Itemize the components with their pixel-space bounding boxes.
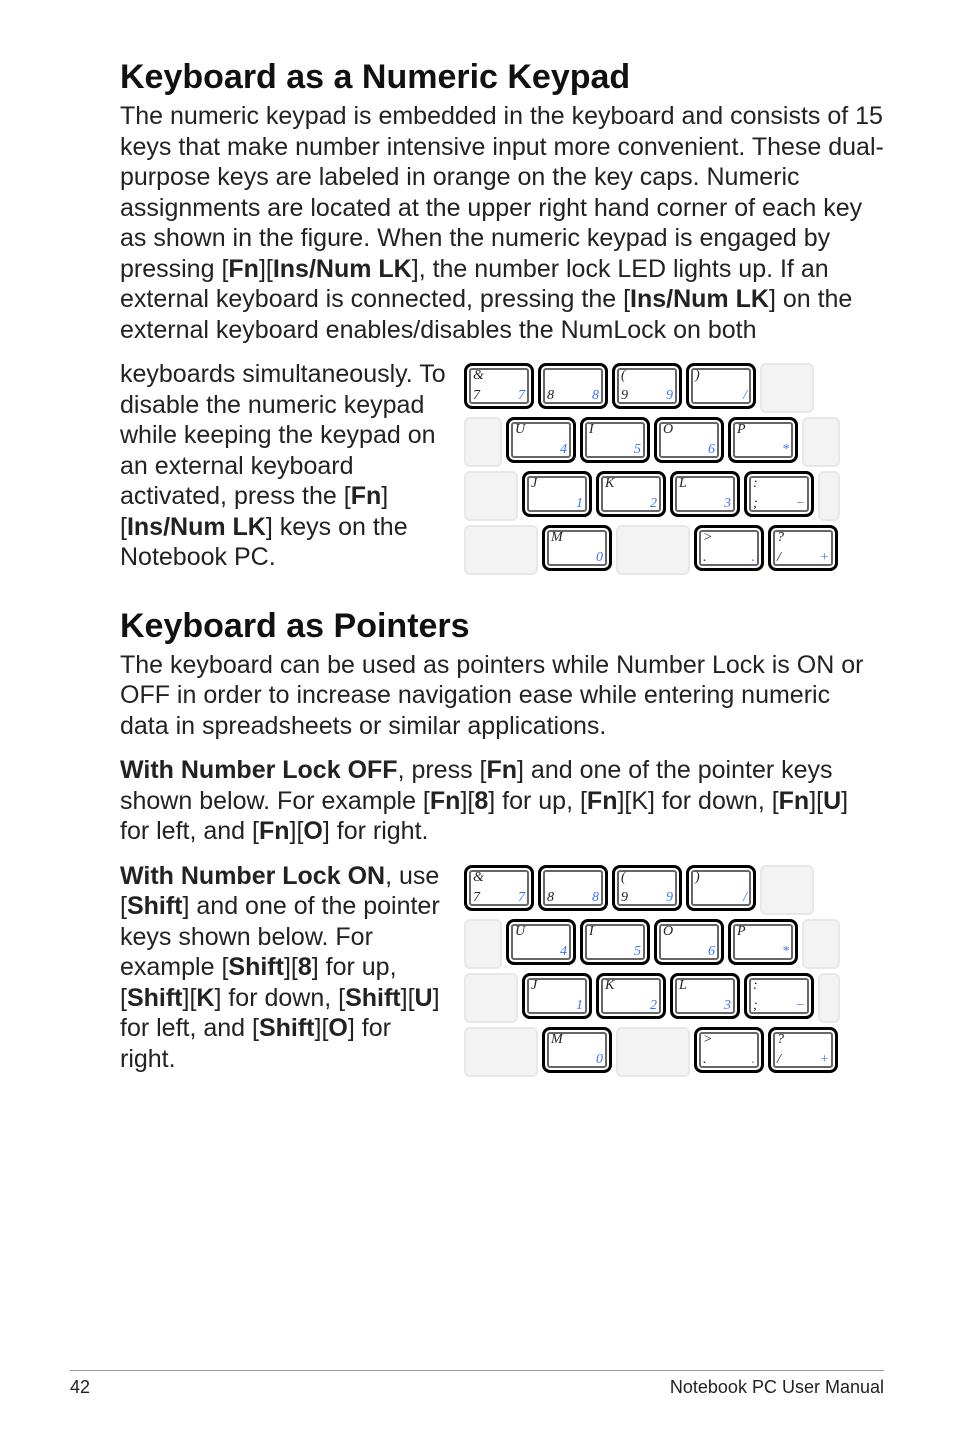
key: )/	[686, 865, 756, 911]
key: U4	[506, 417, 576, 463]
footer-title: Notebook PC User Manual	[670, 1377, 884, 1398]
key: ?/+	[768, 1027, 838, 1073]
page-number: 42	[70, 1377, 90, 1398]
key: U4	[506, 919, 576, 965]
key: K2	[596, 471, 666, 517]
key: M0	[542, 525, 612, 571]
key: (99	[612, 865, 682, 911]
row-keypad-1: keyboards simultaneously. To disable the…	[120, 359, 884, 587]
key: P*	[728, 919, 798, 965]
key: J1	[522, 973, 592, 1019]
page: Keyboard as a Numeric Keypad The numeric…	[0, 0, 954, 1438]
para-numeric-keypad-2: keyboards simultaneously. To disable the…	[120, 359, 446, 573]
key: >..	[694, 1027, 764, 1073]
key: O6	[654, 919, 724, 965]
key: ?/+	[768, 525, 838, 571]
key: :;−	[744, 471, 814, 517]
key: P*	[728, 417, 798, 463]
para-numlock-on: With Number Lock ON, use [Shift] and one…	[120, 861, 446, 1075]
key: L3	[670, 471, 740, 517]
key: I5	[580, 919, 650, 965]
key: &77	[464, 865, 534, 911]
keypad-illustration-2: &7788(99)/ U4I5O6P* J1K2L3:;− M0 >..?/+	[464, 865, 884, 1077]
keypad-illustration-1: &7788(99)/ U4I5O6P* J1K2L3:;− M0 >..?/+	[464, 363, 884, 575]
key: 88	[538, 865, 608, 911]
key: (99	[612, 363, 682, 409]
row-keypad-2: With Number Lock ON, use [Shift] and one…	[120, 861, 884, 1089]
key: )/	[686, 363, 756, 409]
para-pointers-intro: The keyboard can be used as pointers whi…	[120, 650, 884, 742]
page-footer: 42 Notebook PC User Manual	[70, 1370, 884, 1398]
key: L3	[670, 973, 740, 1019]
heading-numeric-keypad: Keyboard as a Numeric Keypad	[120, 58, 884, 97]
key: I5	[580, 417, 650, 463]
key: :;−	[744, 973, 814, 1019]
key: K2	[596, 973, 666, 1019]
key: 88	[538, 363, 608, 409]
para-numeric-keypad-1: The numeric keypad is embedded in the ke…	[120, 101, 884, 345]
heading-pointers: Keyboard as Pointers	[120, 607, 884, 646]
key: J1	[522, 471, 592, 517]
para-numlock-off: With Number Lock OFF, press [Fn] and one…	[120, 755, 884, 847]
key: M0	[542, 1027, 612, 1073]
key: >..	[694, 525, 764, 571]
key: &77	[464, 363, 534, 409]
key: O6	[654, 417, 724, 463]
